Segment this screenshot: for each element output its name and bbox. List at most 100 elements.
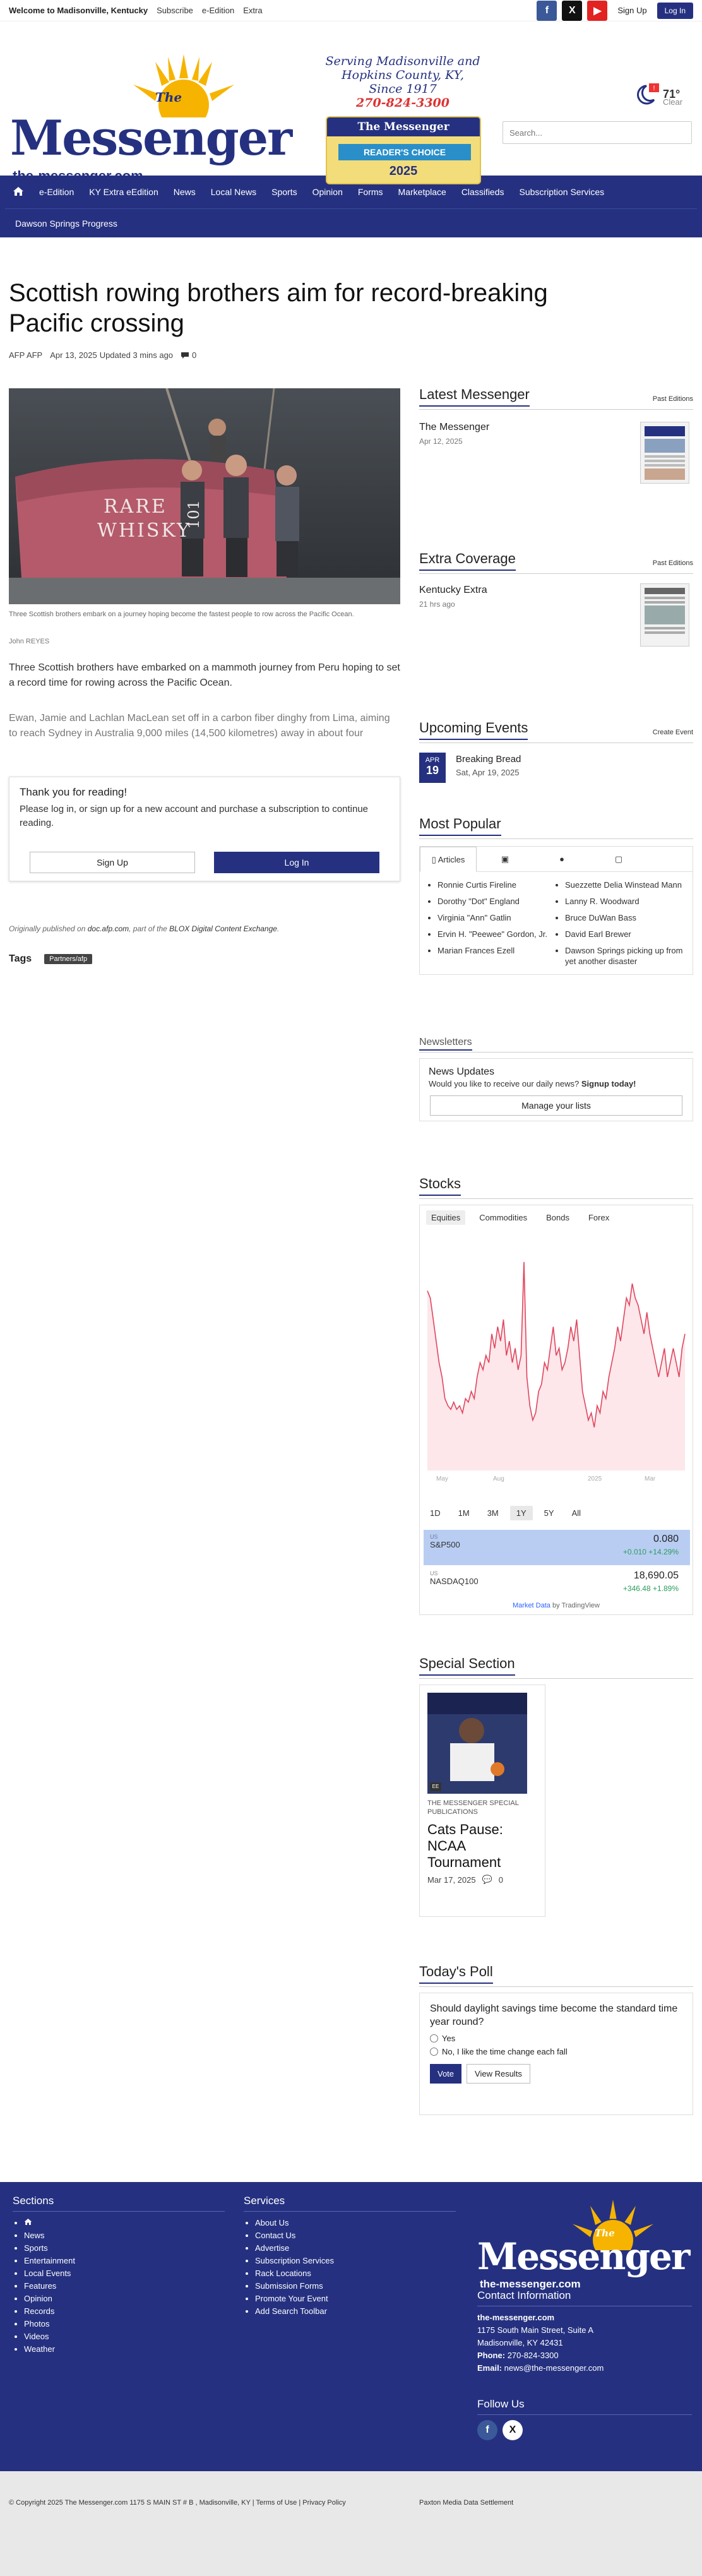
footer-link[interactable]: Features [24,2280,225,2293]
extra-link[interactable]: Extra [243,6,262,15]
tag-item[interactable]: Partners/afp [44,954,93,964]
vote-button[interactable]: Vote [430,2064,462,2084]
nav-item-news[interactable]: News [166,187,203,197]
range-1d[interactable]: 1D [424,1506,447,1520]
past-editions-link[interactable]: Past Editions [653,559,693,567]
footer-link[interactable]: Add Search Toolbar [255,2305,456,2318]
paywall-login-button[interactable]: Log In [214,852,379,873]
special-card[interactable]: EE THE MESSENGER SPECIAL PUBLICATIONS Ca… [419,1685,545,1917]
facebook-icon[interactable]: f [477,2420,497,2440]
edition-thumbnail[interactable] [640,422,689,484]
footer-link[interactable]: Weather [24,2343,225,2356]
nav-item-subscription[interactable]: Subscription Services [512,187,612,197]
tab-bonds[interactable]: Bonds [541,1210,574,1225]
poll-radio[interactable] [430,2034,438,2042]
manage-lists-button[interactable]: Manage your lists [430,1095,682,1116]
tab-equities[interactable]: Equities [426,1210,466,1225]
tab-articles[interactable]: ▯ Articles [420,846,477,872]
range-1m[interactable]: 1M [452,1506,476,1520]
nav-item-ky-extra[interactable]: KY Extra eEdition [81,187,165,197]
market-data-link[interactable]: Market Data [513,1602,550,1609]
event-name[interactable]: Breaking Bread [456,754,521,765]
latest-edition-title[interactable]: The Messenger [419,422,489,433]
readers-choice-badge[interactable]: The Messenger READER'S CHOICE 2025 [326,116,481,184]
list-item[interactable]: Bruce DuWan Bass [565,912,684,923]
stock-chart[interactable]: May Aug 2025 Mar [424,1231,689,1502]
footer-home-icon[interactable] [24,2217,225,2229]
nav-item-forms[interactable]: Forms [350,187,391,197]
facebook-icon[interactable]: f [537,0,557,21]
privacy-link[interactable]: Privacy Policy [302,2499,345,2507]
nav-item-local-news[interactable]: Local News [203,187,264,197]
range-3m[interactable]: 3M [481,1506,505,1520]
footer-link[interactable]: Contact Us [255,2229,456,2242]
view-results-button[interactable]: View Results [467,2064,530,2084]
special-thumbnail[interactable]: EE [427,1693,527,1794]
list-item[interactable]: Marian Frances Ezell [437,945,556,956]
list-item[interactable]: Lanny R. Woodward [565,896,684,907]
list-item[interactable]: Dawson Springs picking up from yet anoth… [565,945,684,967]
tab-comments[interactable]: ▢ [590,847,647,872]
range-all[interactable]: All [566,1506,587,1520]
search-input[interactable] [503,121,692,144]
footer-link[interactable]: Subscription Services [255,2255,456,2267]
weather-widget[interactable]: ! 71° Clear [635,83,682,107]
email-value[interactable]: news@the-messenger.com [504,2363,604,2373]
footer-link[interactable]: Advertise [255,2242,456,2255]
article-photo[interactable]: RARE WHISKY 101 [9,388,400,604]
site-logo[interactable]: The Messenger the-messenger.com [10,54,307,184]
home-icon[interactable] [5,186,32,198]
paywall-signup-button[interactable]: Sign Up [30,852,195,873]
tab-images[interactable]: ▣ [477,847,533,872]
footer-link[interactable]: Records [24,2305,225,2318]
footer-link[interactable]: About Us [255,2217,456,2229]
footer-link[interactable]: Photos [24,2318,225,2330]
create-event-link[interactable]: Create Event [653,729,693,736]
comment-count[interactable]: 0 [181,350,196,360]
contact-site[interactable]: the-messenger.com [477,2311,692,2324]
nav-item-dawson-springs[interactable]: Dawson Springs Progress [8,218,125,229]
footer-link[interactable]: Opinion [24,2293,225,2305]
tab-forex[interactable]: Forex [583,1210,614,1225]
orig-exchange-link[interactable]: BLOX Digital Content Exchange [169,924,277,933]
orig-site-link[interactable]: doc.afp.com [88,924,129,933]
footer-logo[interactable]: The Messenger the-messenger.com [477,2200,692,2290]
list-item[interactable]: Ervin H. "Peewee" Gordon, Jr. [437,929,556,939]
footer-link[interactable]: Entertainment [24,2255,225,2267]
tab-commodities[interactable]: Commodities [474,1210,532,1225]
footer-link[interactable]: Local Events [24,2267,225,2280]
list-item[interactable]: Ronnie Curtis Fireline [437,880,556,890]
nav-item-classifieds[interactable]: Classifieds [454,187,512,197]
footer-link[interactable]: Rack Locations [255,2267,456,2280]
e-edition-link[interactable]: e-Edition [202,6,234,15]
list-item[interactable]: David Earl Brewer [565,929,684,939]
footer-link[interactable]: Promote Your Event [255,2293,456,2305]
login-button[interactable]: Log In [657,2,693,19]
terms-link[interactable]: Terms of Use [256,2499,297,2507]
x-icon[interactable]: X [503,2420,523,2440]
settlement-link[interactable]: Paxton Media Data Settlement [419,2499,513,2507]
range-5y[interactable]: 5Y [538,1506,561,1520]
extra-edition-title[interactable]: Kentucky Extra [419,585,487,596]
youtube-icon[interactable]: ▶ [587,0,608,21]
phone-value[interactable]: 270-824-3300 [508,2351,559,2360]
subscribe-link[interactable]: Subscribe [157,6,193,15]
ticker-row-sp500[interactable]: US S&P500 0.080 +0.010 +14.29% [424,1530,690,1565]
range-1y[interactable]: 1Y [509,1506,533,1520]
footer-link[interactable]: Sports [24,2242,225,2255]
poll-option[interactable]: No, I like the time change each fall [430,2047,682,2056]
poll-radio[interactable] [430,2048,438,2056]
special-headline[interactable]: Cats Pause: NCAA Tournament [427,1822,538,1871]
list-item[interactable]: Virginia "Ann" Gatlin [437,912,556,923]
footer-link[interactable]: News [24,2229,225,2242]
footer-link[interactable]: Submission Forms [255,2280,456,2293]
tab-videos[interactable]: ● [533,847,590,872]
ticker-row-nasdaq[interactable]: US NASDAQ100 18,690.05 +346.48 +1.89% [424,1566,690,1602]
list-item[interactable]: Dorothy "Dot" England [437,896,556,907]
nav-item-e-edition[interactable]: e-Edition [32,187,81,197]
extra-thumbnail[interactable] [640,583,689,647]
newsletter-signup-link[interactable]: Signup today! [581,1079,636,1088]
x-icon[interactable]: X [562,0,583,21]
footer-link[interactable]: Videos [24,2330,225,2343]
signup-link[interactable]: Sign Up [612,6,651,15]
